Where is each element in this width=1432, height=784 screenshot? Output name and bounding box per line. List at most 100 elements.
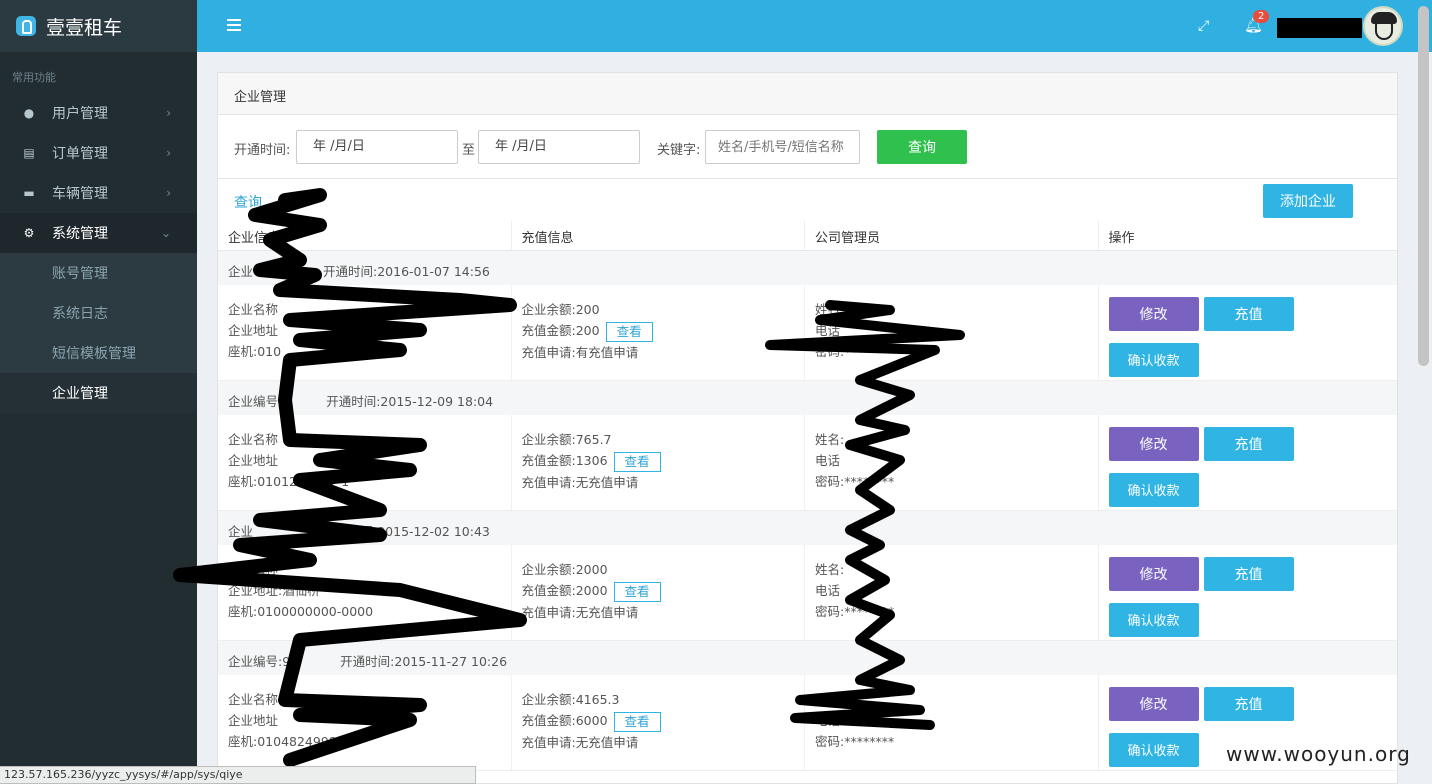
enterprise-name: 企业名称 (228, 432, 279, 447)
enterprise-name: 企业名称 (228, 692, 279, 707)
edit-button[interactable]: 修改 (1108, 557, 1199, 591)
enterprise-id: 企业编号: (228, 394, 283, 409)
car-icon: ▬ (23, 186, 35, 200)
sidebar-item-label: 订单管理 (52, 146, 108, 162)
view-button[interactable]: 查看 (605, 321, 653, 342)
confirm-payment-button[interactable]: 确认收款 (1108, 342, 1199, 377)
admin-password: 密码:******** (815, 734, 895, 749)
sidebar-item-vehicles[interactable]: ▬ 车辆管理 › (0, 173, 197, 213)
date-from-input[interactable]: 年 /月/日 (296, 130, 458, 164)
scrollbar[interactable] (1418, 6, 1429, 366)
notification-badge: 2 (1253, 10, 1270, 23)
table-row: 企业名称 企业地址 座机:0104824998- 企业余额:4165.3 充值金… (218, 675, 1397, 771)
to-label: 至 (462, 143, 476, 158)
user-name-redacted[interactable] (1277, 18, 1362, 38)
sidebar-item-enterprise[interactable]: 企业管理 (0, 373, 197, 413)
recharge-info: 企业余额:4165.3 充值金额:6000 查看 充值申请:无充值申请 (512, 675, 805, 770)
recharge-request: 充值申请:有充值申请 (521, 344, 639, 360)
brand-name: 壹壹租车 (46, 16, 123, 39)
recharge-info: 企业余额:2000 充值金额:2000 查看 充值申请:无充值申请 (512, 545, 805, 640)
enterprise-info: 企业名称 企业地址 座机:010 (218, 285, 512, 380)
column-header: 企业信息 (218, 221, 512, 250)
enterprise-id: 企业 (228, 524, 254, 539)
chevron-right-icon: › (166, 146, 171, 160)
fullscreen-icon[interactable]: ⤢ (1198, 18, 1209, 34)
recharge-amount: 充值金额:200 (521, 323, 600, 338)
edit-button[interactable]: 修改 (1108, 427, 1199, 461)
charge-button[interactable]: 充值 (1203, 427, 1294, 461)
results-bar: 查询 添加企业 (218, 179, 1397, 221)
topbar: ⤢ 🔔︎ 2 (197, 0, 1432, 52)
enterprise-address: 企业地址 (228, 713, 279, 728)
charge-button[interactable]: 充值 (1203, 557, 1294, 591)
enterprise-phone: 座机:0100000000-0000 (228, 604, 374, 619)
enterprise-name: 企业名称 (228, 302, 279, 317)
open-time: 开通时间:2015-11-27 10:26 (340, 654, 508, 669)
admin-name: 姓名: (815, 432, 845, 447)
table-row: 企业名称 企业地址 座机:0101234567-1 企业余额:765.7 充值金… (218, 415, 1397, 511)
enterprise-phone: 座机:010 (228, 344, 282, 359)
balance: 企业余额:4165.3 (521, 692, 620, 707)
admin-info: 姓名: 电话 密码:******** (805, 545, 1099, 640)
sidebar-item-users[interactable]: ● 用户管理 › (0, 93, 197, 133)
keyword-label: 关键字: (657, 143, 701, 158)
admin-phone: 电话 (815, 323, 841, 338)
brand[interactable]: 壹壹租车 (0, 0, 197, 52)
enterprise-phone: 座机:0101234567-1 (228, 474, 350, 489)
sidebar-item-logs[interactable]: 系统日志 (0, 293, 197, 333)
confirm-payment-button[interactable]: 确认收款 (1108, 732, 1199, 767)
table-group-head: 企业 开通时间:2016-01-07 14:56 (218, 251, 1397, 285)
charge-button[interactable]: 充值 (1203, 687, 1294, 721)
edit-button[interactable]: 修改 (1108, 687, 1199, 721)
sidebar-item-accounts[interactable]: 账号管理 (0, 253, 197, 293)
open-time-label: 开通时间: (234, 143, 291, 158)
filter-bar: 开通时间: 年 /月/日 至 年 /月/日 关键字: 查询 (218, 115, 1397, 179)
sidebar-submenu: 账号管理 系统日志 短信模板管理 企业管理 (0, 253, 197, 413)
avatar[interactable] (1363, 6, 1403, 46)
sidebar-item-label: 车辆管理 (52, 186, 108, 202)
recharge-amount: 充值金额:1306 (521, 453, 608, 468)
table-group-head: 企业 开通时间:2015-12-02 10:43 (218, 511, 1397, 545)
edit-button[interactable]: 修改 (1108, 297, 1199, 331)
gear-icon: ⚙ (23, 226, 35, 240)
column-header: 公司管理员 (805, 221, 1099, 250)
balance: 企业余额:200 (521, 302, 600, 317)
menu-toggle-icon[interactable] (227, 19, 241, 31)
view-button[interactable]: 查看 (613, 451, 661, 472)
results-link[interactable]: 查询 (234, 192, 262, 212)
enterprise-id: 企业 (228, 264, 254, 279)
table-header: 企业信息 充值信息 公司管理员 操作 (218, 221, 1397, 251)
chevron-down-icon: ⌄ (160, 226, 171, 240)
admin-info: 姓名: 电话 密码:******** (805, 675, 1099, 770)
recharge-amount: 充值金额:6000 (521, 713, 608, 728)
confirm-payment-button[interactable]: 确认收款 (1108, 472, 1199, 507)
enterprise-address: 企业地址 (228, 453, 279, 468)
enterprise-name: 企业名称 (228, 562, 279, 577)
sidebar: 壹壹租车 常用功能 ● 用户管理 › ▤ 订单管理 › ▬ 车辆管理 › ⚙ 系… (0, 0, 197, 784)
balance: 企业余额:2000 (521, 562, 608, 577)
admin-info: 姓名: 电话 密码:******** (805, 285, 1099, 380)
enterprise-info: 企业名称 企业地址:酒仙桥 座机:0100000000-0000 (218, 545, 512, 640)
sidebar-item-label: 用户管理 (52, 106, 108, 122)
row-actions: 修改 充值 确认收款 (1099, 285, 1397, 380)
table-row: 企业名称 企业地址 座机:010 企业余额:200 充值金额:200 查看 充值申… (218, 285, 1397, 381)
keyword-input[interactable] (705, 130, 860, 164)
charge-button[interactable]: 充值 (1203, 297, 1294, 331)
admin-phone: 电话 (815, 713, 841, 728)
recharge-request: 充值申请:无充值申请 (521, 474, 639, 490)
confirm-payment-button[interactable]: 确认收款 (1108, 602, 1199, 637)
enterprise-phone: 座机:0104824998- (228, 734, 342, 749)
date-to-input[interactable]: 年 /月/日 (478, 130, 640, 164)
view-button[interactable]: 查看 (613, 581, 661, 602)
sidebar-item-orders[interactable]: ▤ 订单管理 › (0, 133, 197, 173)
sidebar-item-sms-templates[interactable]: 短信模板管理 (0, 333, 197, 373)
watermark: www.wooyun.org (1226, 742, 1411, 766)
enterprise-id: 企业编号:9 (228, 654, 291, 669)
open-time: 开通时间:2016-01-07 14:56 (323, 264, 490, 279)
add-enterprise-button[interactable]: 添加企业 (1263, 184, 1353, 218)
sidebar-item-system[interactable]: ⚙ 系统管理 ⌄ (0, 213, 197, 253)
view-button[interactable]: 查看 (613, 711, 661, 732)
page-title: 企业管理 (218, 73, 1397, 115)
recharge-info: 企业余额:765.7 充值金额:1306 查看 充值申请:无充值申请 (512, 415, 805, 510)
query-button[interactable]: 查询 (877, 130, 967, 164)
